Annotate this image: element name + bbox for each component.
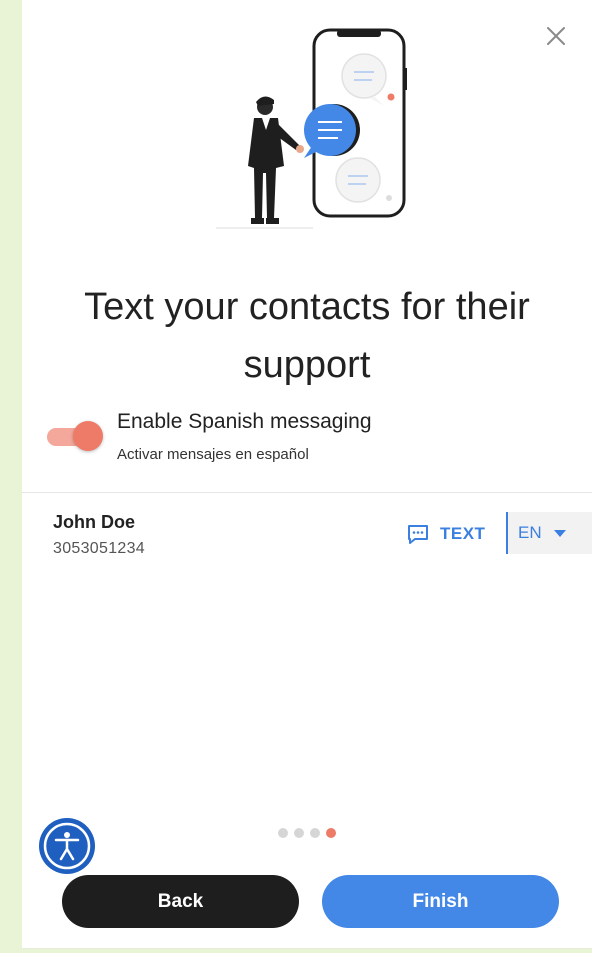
accessibility-button[interactable]	[34, 813, 100, 879]
contact-phone: 3053051234	[53, 540, 145, 557]
close-icon	[547, 27, 565, 45]
page-title: Text your contacts for their support	[84, 286, 530, 386]
pager-dots	[278, 826, 348, 840]
divider	[22, 492, 592, 493]
pager-dot	[278, 828, 288, 838]
spanish-messaging-toggle[interactable]	[47, 421, 103, 451]
accessibility-icon	[36, 815, 98, 877]
contact-name: John Doe	[53, 512, 136, 532]
person-texting-phone-illustration	[216, 28, 407, 229]
message-icon	[408, 525, 428, 544]
language-select[interactable]: EN	[506, 512, 592, 554]
pager-dot-active	[326, 828, 336, 838]
chevron-down-icon	[553, 529, 566, 537]
finish-button[interactable]: Finish	[322, 875, 559, 928]
toggle-sublabel: Activar mensajes en español	[117, 446, 309, 463]
language-value: EN	[518, 523, 542, 542]
pager-dot	[310, 828, 320, 838]
illustration	[188, 18, 418, 236]
toggle-label: Enable Spanish messaging	[117, 410, 372, 433]
page-background-strip	[0, 0, 22, 953]
text-button-label: TEXT	[440, 524, 486, 543]
text-contact-button[interactable]: TEXT	[406, 518, 502, 550]
pager-dot	[294, 828, 304, 838]
back-button[interactable]: Back	[62, 875, 299, 928]
toggle-knob	[73, 421, 103, 451]
close-button[interactable]	[542, 22, 570, 50]
